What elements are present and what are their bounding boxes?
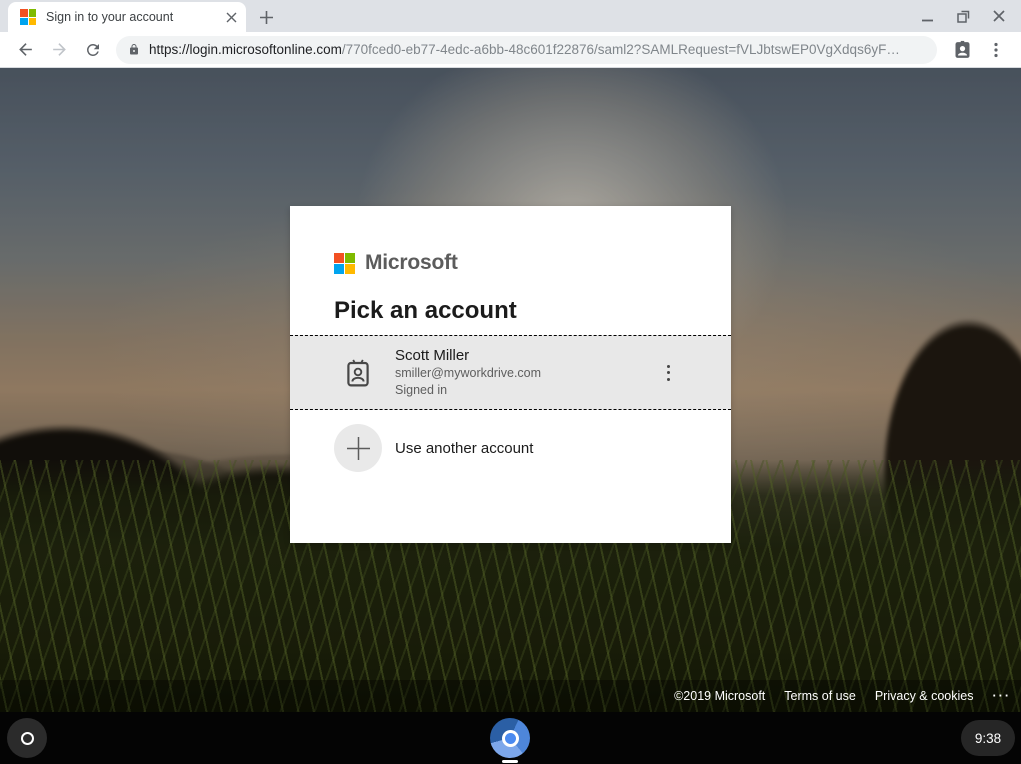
chromeos-shelf: 9:38 xyxy=(0,712,1021,764)
microsoft-wordmark: Microsoft xyxy=(365,251,458,275)
account-badge-icon xyxy=(334,359,382,387)
active-app-indicator xyxy=(502,760,518,763)
new-tab-icon[interactable] xyxy=(252,3,280,31)
page-content: Microsoft Pick an account Scott Miller s… xyxy=(0,68,1021,712)
pick-account-dialog: Microsoft Pick an account Scott Miller s… xyxy=(290,206,731,543)
status-tray[interactable]: 9:38 xyxy=(961,720,1015,756)
use-another-account[interactable]: Use another account xyxy=(334,424,687,472)
navigation-bar: https://login.microsoftonline.com/770fce… xyxy=(0,32,1021,68)
account-menu-icon[interactable] xyxy=(663,359,674,387)
microsoft-logo-icon xyxy=(334,253,355,274)
account-email: smiller@myworkdrive.com xyxy=(395,365,663,382)
url-path: /770fced0-eb77-4edc-a6bb-48c601f22876/sa… xyxy=(342,42,900,57)
back-icon[interactable] xyxy=(11,36,39,64)
tab-strip: Sign in to your account xyxy=(0,0,1021,32)
window-controls xyxy=(917,0,1009,32)
microsoft-favicon-icon xyxy=(20,9,36,25)
footer-more-icon[interactable]: ··· xyxy=(993,689,1012,703)
url-text: https://login.microsoftonline.com/770fce… xyxy=(149,42,900,57)
launcher-icon[interactable] xyxy=(7,718,47,758)
clock-text: 9:38 xyxy=(975,731,1001,746)
window-close-icon[interactable] xyxy=(989,6,1009,26)
microsoft-logo: Microsoft xyxy=(334,251,731,275)
browser-menu-icon[interactable] xyxy=(982,36,1010,64)
address-bar[interactable]: https://login.microsoftonline.com/770fce… xyxy=(116,36,937,64)
reload-icon[interactable] xyxy=(79,36,107,64)
account-name: Scott Miller xyxy=(395,346,663,365)
plus-icon xyxy=(334,424,382,472)
account-tile[interactable]: Scott Miller smiller@myworkdrive.com Sig… xyxy=(290,335,731,410)
forward-icon[interactable] xyxy=(45,36,73,64)
privacy-cookies-link[interactable]: Privacy & cookies xyxy=(875,689,974,703)
chromium-app-icon[interactable] xyxy=(490,718,530,758)
page-footer: ©2019 Microsoft Terms of use Privacy & c… xyxy=(674,689,1011,703)
minimize-icon[interactable] xyxy=(917,6,937,26)
chromeos-browser-window: Sign in to your account xyxy=(0,0,1021,764)
tab-title: Sign in to your account xyxy=(46,10,222,24)
url-host: https://login.microsoftonline.com xyxy=(149,42,342,57)
terms-of-use-link[interactable]: Terms of use xyxy=(784,689,856,703)
restore-icon[interactable] xyxy=(953,6,973,26)
dialog-heading: Pick an account xyxy=(334,297,687,325)
lock-icon xyxy=(128,43,140,56)
tab-close-icon[interactable] xyxy=(222,8,240,26)
account-status: Signed in xyxy=(395,382,663,399)
account-info: Scott Miller smiller@myworkdrive.com Sig… xyxy=(395,346,663,399)
profile-icon[interactable] xyxy=(948,36,976,64)
copyright-text: ©2019 Microsoft xyxy=(674,689,765,703)
use-another-account-label: Use another account xyxy=(395,440,533,457)
browser-tab[interactable]: Sign in to your account xyxy=(8,2,246,32)
